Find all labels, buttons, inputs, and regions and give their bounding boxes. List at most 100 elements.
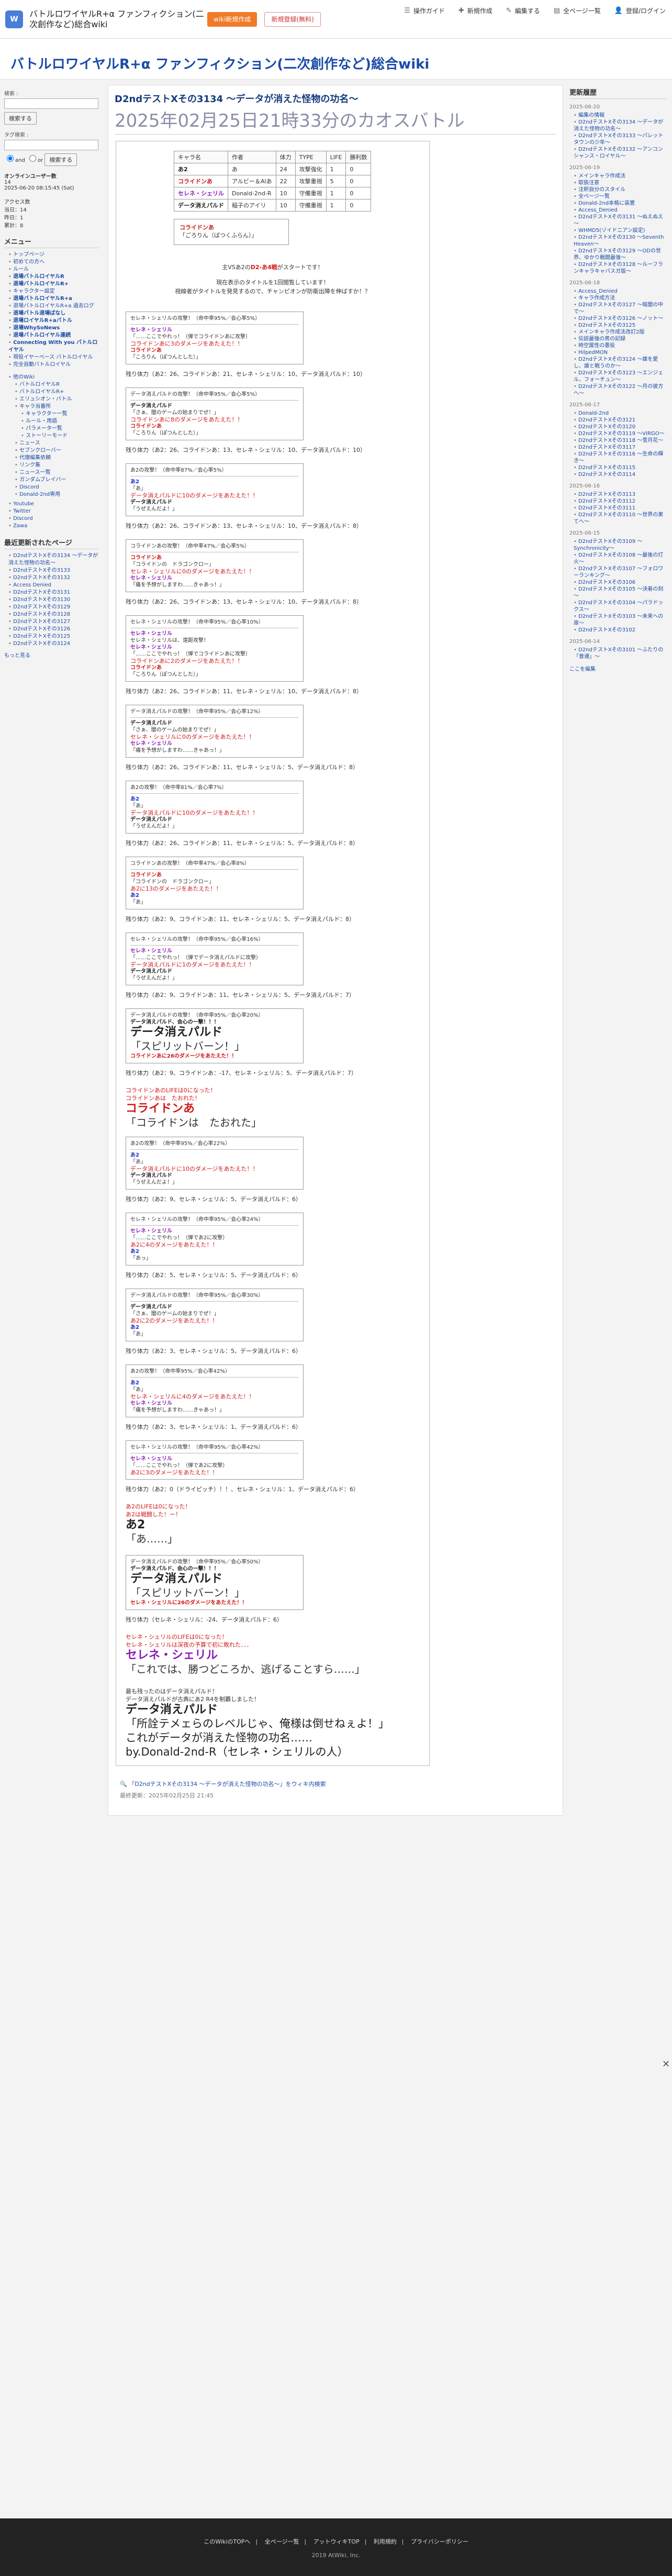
history-link[interactable]: 取扱注意 [578, 180, 599, 186]
history-link[interactable]: D2ndテストXその3124 ～誰を愛し、誰と戦うのか～ [574, 357, 658, 369]
history-link[interactable]: D2ndテストXその3113 [578, 492, 635, 497]
submenu-item[interactable]: ストーリーモード [8, 432, 98, 440]
history-link[interactable]: D2ndテストXその3105 ～決着の刻～ [574, 586, 663, 599]
history-item[interactable]: D2ndテストXその3113 [574, 491, 667, 498]
history-link[interactable]: D2ndテストXその3121 [578, 417, 635, 423]
history-item[interactable]: D2ndテストXその3121 [574, 417, 667, 424]
submenu-item[interactable]: Discord [8, 484, 98, 491]
history-link[interactable]: D2ndテストXその3120 [578, 424, 635, 430]
nav-guide[interactable]: ☰ 操作ガイド [404, 6, 445, 15]
history-link[interactable]: D2ndテストXその3130 ～Seventh Heaven～ [574, 235, 664, 247]
history-item[interactable]: D2ndテストXその3115 [574, 464, 667, 471]
menu-item[interactable]: 現役イヤーベース バトルロイヤル [8, 354, 98, 361]
menu-item[interactable]: 退場バトルロイヤルR+a [8, 295, 98, 303]
history-link[interactable]: 編集の情報 [578, 113, 604, 118]
recent-item[interactable]: D2ndテストXその3134 ～データが消えた怪物の功名～ [8, 552, 98, 567]
history-link[interactable]: メインキャラ作成法改訂2版 [578, 329, 644, 335]
recent-item[interactable]: D2ndテストXその3128 [8, 611, 98, 618]
history-link[interactable]: D2ndテストXその3132 ～アンコンシャンス・ロイヤル～ [574, 147, 663, 159]
submenu-item[interactable]: 代理編集依頼 [8, 454, 98, 462]
recent-item[interactable]: D2ndテストXその3129 [8, 604, 98, 611]
nav-edit[interactable]: ✎ 編集する [506, 6, 540, 15]
history-link[interactable]: 注釈自分のスタイル [578, 187, 625, 193]
history-item[interactable]: 全ページ一覧 [574, 193, 667, 200]
header-site-name[interactable]: バトルロワイヤルR+α ファンフィクション(二次創作など)総合wiki [29, 9, 207, 30]
history-item[interactable]: D2ndテストXその3101 ～ふたりの「普通」～ [574, 647, 667, 660]
history-item[interactable]: D2ndテストXその3122 ～月の彼方へ～ [574, 383, 667, 397]
history-item[interactable]: D2ndテストXその3119 ～VIRGO～ [574, 430, 667, 437]
submenu-item[interactable]: ニュース一覧 [8, 469, 98, 476]
history-link[interactable]: 全ページ一覧 [578, 194, 610, 199]
history-item[interactable]: Donald-2nd本格に装置 [574, 200, 667, 207]
recent-item[interactable]: D2ndテストXその3130 [8, 596, 98, 604]
history-link[interactable]: D2ndテストXその3109 ～Synchronicity～ [574, 539, 642, 551]
footer-link-privacy[interactable]: プライバシーポリシー [411, 2538, 468, 2545]
history-item[interactable]: D2ndテストXその3111 [574, 505, 667, 512]
history-link[interactable]: D2ndテストXその3122 ～月の彼方へ～ [574, 384, 663, 396]
edit-here-link[interactable]: ここを編集 [569, 667, 596, 672]
submenu-item[interactable]: キャラ当番所 [8, 403, 98, 410]
history-link[interactable]: D2ndテストXその3101 ～ふたりの「普通」～ [574, 647, 663, 660]
submenu-item[interactable]: Donald-2nd専用 [8, 491, 98, 498]
history-item[interactable]: D2ndテストXその3128 ～ルーフランキャラキャバスガ版～ [574, 261, 667, 275]
history-item[interactable]: D2ndテストXその3108 ～最後の灯火～ [574, 552, 667, 565]
recent-item[interactable]: D2ndテストXその3125 [8, 633, 98, 640]
history-link[interactable]: D2ndテストXその3129 ～ODの世界、ゆかり戦闘最強～ [574, 248, 661, 261]
history-link[interactable]: D2ndテストXその3111 [578, 505, 635, 511]
more-recent-link[interactable]: もっと見る [4, 653, 30, 659]
history-item[interactable]: キャラ作成方法 [574, 295, 667, 302]
history-item[interactable]: D2ndテストXその3130 ～Seventh Heaven～ [574, 234, 667, 248]
submenu-item[interactable]: ニュース [8, 440, 98, 447]
history-item[interactable]: メインキャラ作成法 [574, 173, 667, 180]
history-link[interactable]: D2ndテストXその3125 [578, 323, 635, 328]
history-link[interactable]: D2ndテストXその3110 ～世界の果てへ～ [574, 512, 663, 525]
history-link[interactable]: D2ndテストXその3118 ～雪月花～ [578, 438, 663, 443]
history-link[interactable]: D2ndテストXその3119 ～VIRGO～ [578, 431, 665, 437]
history-link[interactable]: D2ndテストXその3102 [578, 627, 635, 633]
social-item[interactable]: Youtube [8, 501, 98, 508]
history-item[interactable]: D2ndテストXその3134 ～データが消えた怪物の功名～ [574, 119, 667, 132]
history-item[interactable]: D2ndテストXその3109 ～Synchronicity～ [574, 538, 667, 552]
submenu-item[interactable]: バトルロイヤルR+ [8, 388, 98, 396]
history-link[interactable]: D2ndテストXその3116 ～生命の輝き～ [574, 451, 663, 464]
history-link[interactable]: D2ndテストXその3106 [578, 580, 635, 585]
social-item[interactable]: Twitter [8, 508, 98, 515]
submenu-item[interactable]: セブンクローバー [8, 447, 98, 454]
history-link[interactable]: D2ndテストXその3114 [578, 472, 635, 478]
menu-item[interactable]: 退場バトルロイヤルR [8, 273, 98, 281]
history-link[interactable]: D2ndテストXその3108 ～最後の灯火～ [574, 552, 663, 565]
tag-search-button[interactable]: 検索する [44, 153, 77, 166]
history-link[interactable]: D2ndテストXその3126 ～ノット～ [578, 316, 663, 321]
history-item[interactable]: D2ndテストXその3104 ～パラドックス～ [574, 599, 667, 613]
new-wiki-button[interactable]: wiki新規作成 [207, 12, 257, 27]
submenu-item[interactable]: 他のWiki [8, 374, 98, 381]
history-link[interactable]: WHMD5(ゾイドニアン設定) [578, 228, 645, 234]
history-link[interactable]: D2ndテストXその3123 ～エンジェル、フォーチュン～ [574, 370, 663, 383]
recent-item[interactable]: Access Denied [8, 582, 98, 589]
history-item[interactable]: D2ndテストXその3123 ～エンジェル、フォーチュン～ [574, 370, 667, 383]
recent-item[interactable]: D2ndテストXその3131 [8, 589, 98, 596]
tag-search-input[interactable] [4, 140, 98, 150]
history-item[interactable]: D2ndテストXその3103 ～未来への扉～ [574, 613, 667, 627]
history-item[interactable]: D2ndテストXその3116 ～生命の輝き～ [574, 451, 667, 464]
menu-item[interactable]: キャラクター設定 [8, 288, 98, 295]
menu-item[interactable]: 退場バトルロイヤル連続 [8, 332, 98, 339]
menu-item[interactable]: 退場ロイヤルR+aバトル [8, 317, 98, 325]
history-link[interactable]: 時空属性の悪役 [578, 343, 615, 349]
history-item[interactable]: Access_Denied [574, 288, 667, 295]
history-link[interactable]: D2ndテストXその3107 ～フォロワーランキング～ [574, 566, 663, 579]
history-link[interactable]: メインキャラ作成法 [578, 173, 625, 179]
history-item[interactable]: D2ndテストXその3107 ～フォロワーランキング～ [574, 565, 667, 579]
history-item[interactable]: 注釈自分のスタイル [574, 186, 667, 193]
history-link[interactable]: Access_Denied [578, 288, 618, 294]
history-link[interactable]: D2ndテストXその3133 ～パレットタウンの少年～ [574, 133, 663, 146]
history-link[interactable]: Donald-2nd [578, 410, 609, 416]
history-item[interactable]: WHMD5(ゾイドニアン設定) [574, 227, 667, 234]
history-link[interactable]: D2ndテストXその3103 ～未来への扉～ [574, 614, 663, 626]
history-item[interactable]: D2ndテストXその3112 [574, 498, 667, 505]
recent-item[interactable]: D2ndテストXその3126 [8, 626, 98, 633]
site-title-link[interactable]: バトルロワイヤルR+α ファンフィクション(二次創作など)総合wiki [10, 57, 429, 72]
menu-item[interactable]: トップページ [8, 251, 98, 259]
history-link[interactable]: D2ndテストXその3127 ～暗闇の中で～ [574, 302, 663, 315]
history-link[interactable]: Donald-2nd本格に装置 [578, 201, 635, 206]
